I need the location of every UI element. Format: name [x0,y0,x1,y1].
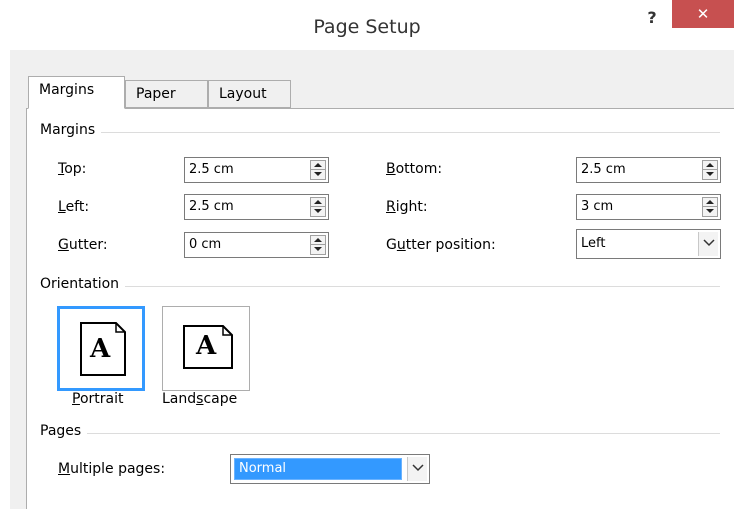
right-margin-spinner[interactable] [702,197,718,217]
left-label: Left: [58,199,90,215]
close-icon: ✕ [696,5,710,23]
right-margin-field[interactable]: 3 cm [576,194,721,220]
orientation-section-label: Orientation [40,276,126,292]
landscape-option[interactable]: A [162,306,250,391]
portrait-glyph: A [90,334,111,364]
dialog-title: Page Setup [313,16,421,38]
chevron-down-icon[interactable] [407,457,427,481]
left-margin-spinner[interactable] [310,197,326,217]
gutter-position-dropdown[interactable]: Left [576,229,721,259]
orientation-section-rule [40,286,720,287]
bottom-margin-spinner[interactable] [702,160,718,180]
spin-up-icon[interactable] [703,161,717,170]
pages-section-rule [40,433,720,434]
left-margin-field[interactable]: 2.5 cm [184,194,329,220]
spin-down-icon[interactable] [703,207,717,216]
top-margin-field[interactable]: 2.5 cm [184,157,329,183]
gutter-value: 0 cm [189,237,222,252]
spin-up-icon[interactable] [703,198,717,207]
spin-down-icon[interactable] [311,170,325,179]
gutter-field[interactable]: 0 cm [184,232,329,258]
spin-up-icon[interactable] [311,198,325,207]
bottom-margin-field[interactable]: 2.5 cm [576,157,721,183]
landscape-label: Landscape [162,391,238,407]
spin-down-icon[interactable] [311,207,325,216]
help-button[interactable]: ? [642,8,662,32]
top-margin-spinner[interactable] [310,160,326,180]
gutter-label: Gutter: [58,237,108,253]
portrait-label: Portrait [72,391,124,407]
gutter-position-label: Gutter position: [386,237,496,253]
margins-section-rule [40,132,720,133]
spin-up-icon[interactable] [311,161,325,170]
title-bar: Page Setup ? ✕ [0,0,734,50]
tab-margins[interactable]: Margins [28,76,125,109]
bottom-margin-value: 2.5 cm [581,162,626,177]
gutter-spinner[interactable] [310,235,326,255]
bottom-label: Bottom: [386,161,443,177]
top-margin-value: 2.5 cm [189,162,234,177]
close-button[interactable]: ✕ [672,0,734,28]
landscape-glyph: A [196,331,217,361]
spin-up-icon[interactable] [311,236,325,245]
top-label: Top: [58,161,87,177]
portrait-option[interactable]: A [57,306,145,391]
multiple-pages-selected-value[interactable]: Normal [234,458,402,480]
right-margin-value: 3 cm [581,199,614,214]
spin-down-icon[interactable] [311,245,325,254]
right-label: Right: [386,199,428,215]
multiple-pages-label: Multiple pages: [58,461,166,477]
gutter-position-value: Left [581,236,606,251]
tab-layout[interactable]: Layout [208,80,291,108]
pages-section-label: Pages [40,423,88,439]
tab-paper[interactable]: Paper [125,80,208,108]
chevron-down-icon[interactable] [698,232,718,256]
left-margin-value: 2.5 cm [189,199,234,214]
spin-down-icon[interactable] [703,170,717,179]
margins-section-label: Margins [40,122,102,138]
